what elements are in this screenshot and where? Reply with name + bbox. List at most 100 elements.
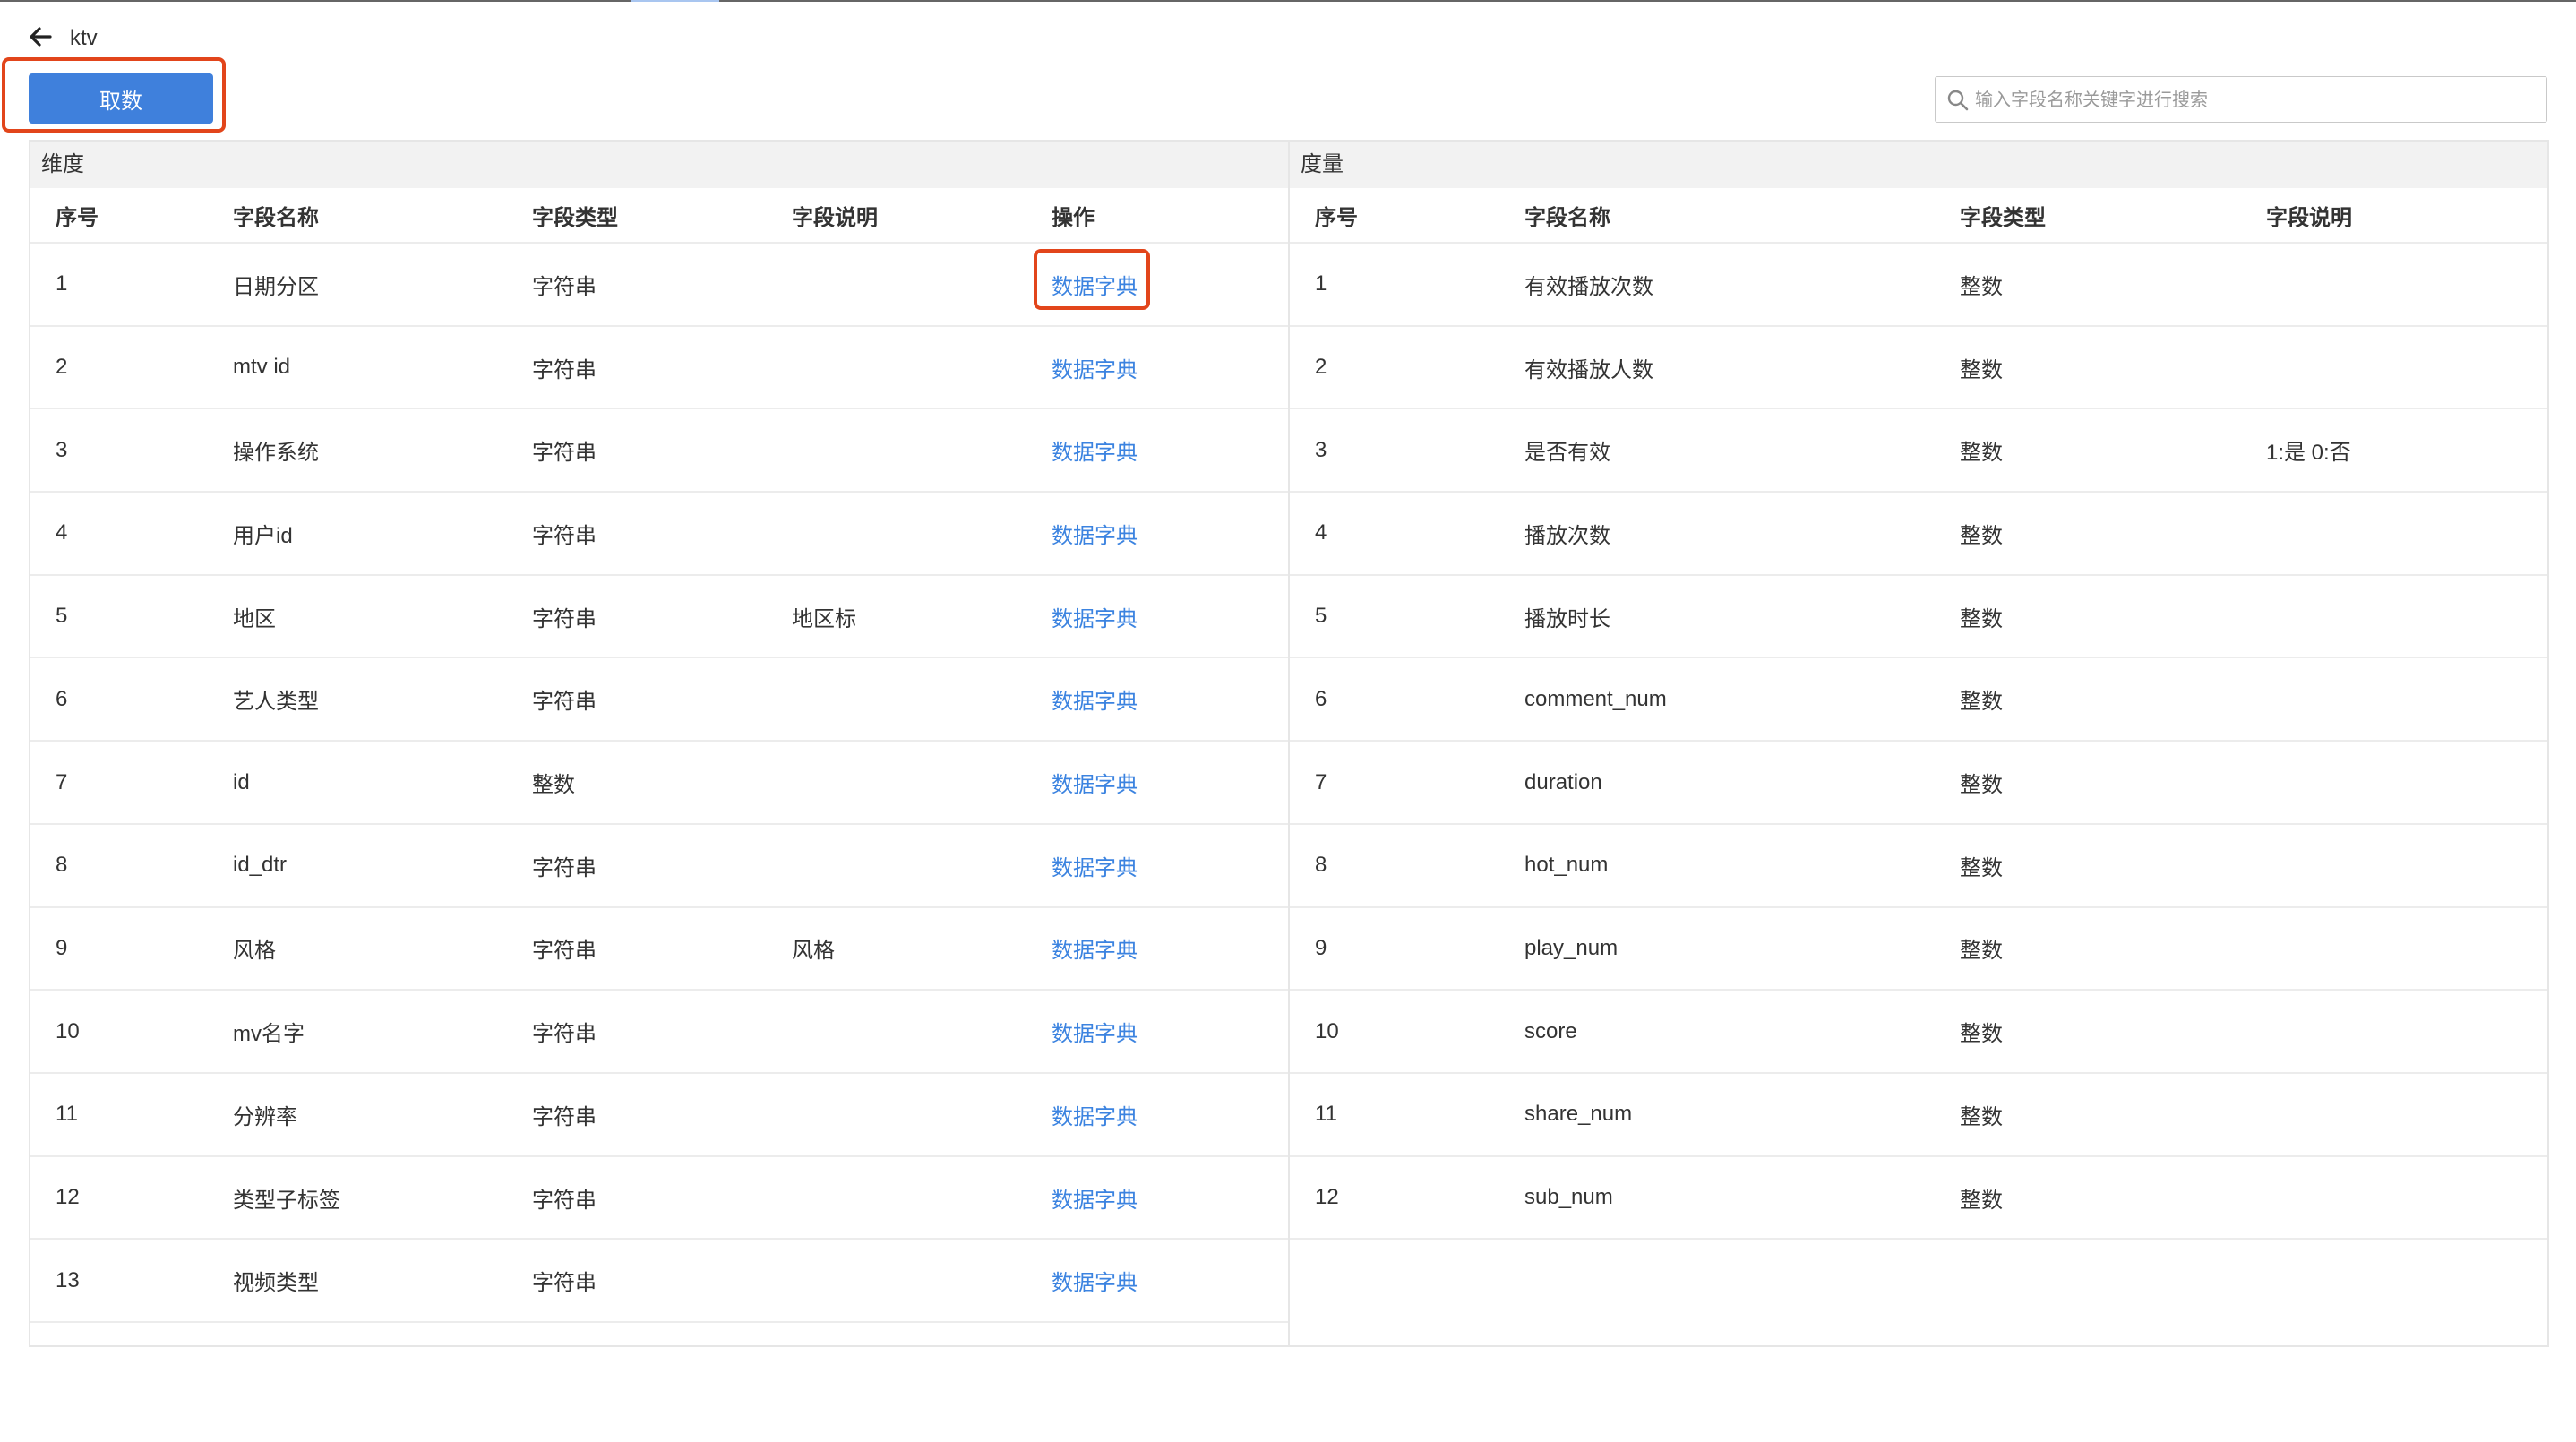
page-title: ktv [70,26,98,50]
row-number: 6 [56,686,68,711]
measure-section-label: 度量 [1301,152,1344,176]
field-type: 整数 [1960,690,2003,715]
highlight-box-data-dictionary [1034,249,1150,310]
row-number: 4 [56,520,68,545]
field-type: 字符串 [532,690,597,715]
field-name: 播放次数 [1524,523,1610,548]
column-header-no: 序号 [56,205,99,230]
data-dictionary-link[interactable]: 数据字典 [1052,742,1138,823]
table-row: 6 comment_num 整数 [1290,659,2547,742]
field-type: 整数 [532,773,575,798]
field-type: 字符串 [532,1104,597,1129]
field-name: 用户id [233,523,293,548]
field-type: 字符串 [532,441,597,466]
field-type: 字符串 [532,523,597,548]
field-name: 日期分区 [233,274,319,299]
row-number: 2 [56,355,68,380]
data-dictionary-link[interactable]: 数据字典 [1052,659,1138,741]
row-number: 3 [56,437,68,462]
field-name: 类型子标签 [233,1188,340,1213]
field-type: 字符串 [532,606,597,631]
data-dictionary-link[interactable]: 数据字典 [1052,825,1138,906]
search-input[interactable] [1973,82,2532,118]
row-number: 5 [56,604,68,629]
row-number: 12 [1315,1185,1339,1210]
field-name: 有效播放次数 [1524,274,1653,299]
field-type: 字符串 [532,274,597,299]
column-header-desc: 字段说明 [2266,205,2352,230]
table-row: 8 id_dtr 字符串 数据字典 [30,825,1288,908]
column-header-desc: 字段说明 [792,205,878,230]
row-number: 7 [56,769,68,794]
column-header-action: 操作 [1052,205,1095,230]
field-name: 视频类型 [233,1271,319,1296]
table-row: 5 播放时长 整数 [1290,576,2547,659]
field-type: 字符串 [532,357,597,382]
field-type: 字符串 [532,855,597,880]
table-row: 2 有效播放人数 整数 [1290,327,2547,410]
field-type: 整数 [1960,939,2003,964]
row-number: 9 [1315,935,1327,960]
field-type: 整数 [1960,274,2003,299]
field-name: 操作系统 [233,441,319,466]
dimension-table-header: 序号 字段名称 字段类型 字段说明 操作 [30,188,1288,244]
field-type: 字符串 [532,1271,597,1296]
table-row: 9 play_num 整数 [1290,908,2547,991]
field-name: duration [1524,769,1602,794]
table-row: 10 score 整数 [1290,991,2547,1074]
field-type: 整数 [1960,855,2003,880]
row-number: 12 [56,1185,80,1210]
field-type: 字符串 [532,1188,597,1213]
table-row: 5 地区 字符串 地区标 数据字典 [30,576,1288,659]
row-number: 10 [1315,1018,1339,1043]
field-name: 艺人类型 [233,690,319,715]
data-dictionary-link[interactable]: 数据字典 [1052,1240,1138,1321]
field-name: id_dtr [233,853,288,878]
field-type: 整数 [1960,357,2003,382]
table-row: 4 播放次数 整数 [1290,493,2547,576]
row-number: 8 [1315,853,1327,878]
data-dictionary-link[interactable]: 数据字典 [1052,576,1138,657]
row-number: 11 [56,1102,78,1127]
column-header-type: 字段类型 [1960,205,2046,230]
table-row: 8 hot_num 整数 [1290,825,2547,908]
column-header-name: 字段名称 [1524,205,1610,230]
field-name: play_num [1524,935,1619,960]
row-number: 3 [1315,437,1327,462]
data-dictionary-link[interactable]: 数据字典 [1052,991,1138,1072]
row-number: 1 [56,271,68,296]
table-row: 6 艺人类型 字符串 数据字典 [30,659,1288,742]
field-type: 整数 [1960,773,2003,798]
search-box[interactable] [1935,76,2547,123]
row-number: 6 [1315,686,1327,711]
measure-panel: 度量 序号 字段名称 字段类型 字段说明 1 有效播放次数 整数 2 有效播放人数 整数 3… [1288,140,2549,1347]
data-dictionary-link[interactable]: 数据字典 [1052,908,1138,990]
column-header-no: 序号 [1315,205,1358,230]
search-icon [1946,89,1970,112]
back-arrow-icon[interactable] [27,23,54,50]
field-name: mv名字 [233,1022,305,1047]
tab-indicator [631,0,719,2]
data-dictionary-link[interactable]: 数据字典 [1052,327,1138,408]
data-dictionary-link[interactable]: 数据字典 [1052,1157,1138,1239]
row-number: 4 [1315,520,1327,545]
measure-panel-header: 度量 [1290,142,2547,188]
field-name: 风格 [233,939,276,964]
column-header-type: 字段类型 [532,205,618,230]
field-description: 1:是 0:否 [2266,441,2351,466]
row-number: 10 [56,1018,80,1043]
data-dictionary-link[interactable]: 数据字典 [1052,1074,1138,1155]
field-name: 播放时长 [1524,606,1610,631]
table-row: 12 类型子标签 字符串 数据字典 [30,1157,1288,1240]
data-dictionary-link[interactable]: 数据字典 [1052,409,1138,491]
table-row: 7 duration 整数 [1290,742,2547,825]
table-row: 12 sub_num 整数 [1290,1157,2547,1240]
column-header-name: 字段名称 [233,205,319,230]
measure-table-header: 序号 字段名称 字段类型 字段说明 [1290,188,2547,244]
row-number: 11 [1315,1102,1337,1127]
field-name: score [1524,1018,1577,1043]
field-name: 是否有效 [1524,441,1610,466]
table-row: 3 是否有效 整数 1:是 0:否 [1290,409,2547,494]
field-type: 整数 [1960,441,2003,466]
data-dictionary-link[interactable]: 数据字典 [1052,493,1138,574]
